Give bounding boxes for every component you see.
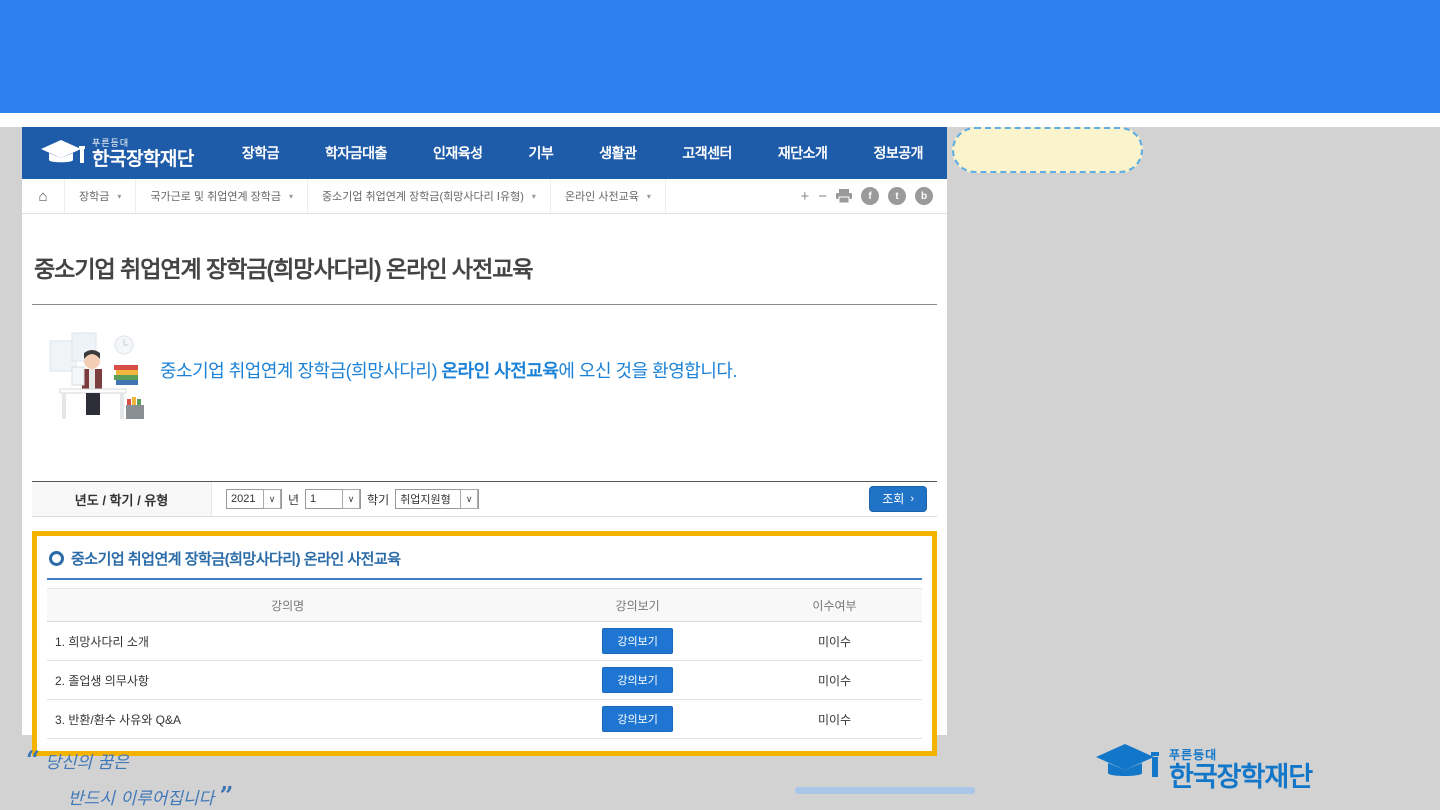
breadcrumb-label: 중소기업 취업연계 장학금(희망사다리 Ⅰ유형) (322, 188, 524, 204)
welcome-section: 중소기업 취업연계 장학금(희망사다리) 온라인 사전교육에 오신 것을 환영합… (42, 325, 947, 445)
completion-status: 미이수 (747, 622, 922, 661)
breadcrumb-sme-scholarship[interactable]: 중소기업 취업연계 장학금(희망사다리 Ⅰ유형) ▾ (308, 179, 551, 213)
footer-kosaf-logo: 푸른등대 한국장학재단 (1095, 740, 1312, 791)
lecture-table-header-row: 강의명 강의보기 이수여부 (47, 589, 922, 622)
breadcrumb-label: 장학금 (79, 188, 109, 204)
section-bullet-icon (49, 551, 64, 566)
slogan-line1: 당신의 꿈은 (45, 753, 129, 773)
filter-row: 년도 / 학기 / 유형 2021 ∨ 년 1 ∨ 학기 취업지원형 ∨ 조회 (32, 481, 937, 517)
col-completion: 이수여부 (747, 589, 922, 622)
type-select[interactable]: 취업지원형 ∨ (395, 489, 479, 509)
banner-divider (0, 113, 1440, 127)
table-row: 1. 희망사다리 소개 강의보기 미이수 (47, 622, 922, 661)
select-arrow-icon: ∨ (342, 489, 360, 509)
lecture-section-title: 중소기업 취업연계 장학금(희망사다리) 온라인 사전교육 (71, 548, 401, 569)
arrow-right-icon: › (910, 493, 914, 505)
menu-disclosure[interactable]: 정보공개 (873, 143, 923, 163)
close-quote-icon: ” (220, 781, 234, 810)
twitter-icon[interactable]: t (888, 187, 906, 205)
semester-select[interactable]: 1 ∨ (305, 489, 361, 509)
welcome-pre: 중소기업 취업연계 장학금(희망사다리) (160, 361, 441, 381)
col-lecture-name: 강의명 (47, 589, 528, 622)
blog-icon[interactable]: b (915, 187, 933, 205)
menu-about[interactable]: 재단소개 (778, 143, 828, 163)
facebook-icon[interactable]: f (861, 187, 879, 205)
search-button[interactable]: 조회 › (869, 486, 927, 512)
table-row: 2. 졸업생 의무사항 강의보기 미이수 (47, 661, 922, 700)
kosaf-logo[interactable]: 푸른등대 한국장학재단 (40, 137, 194, 169)
lecture-name: 2. 졸업생 의무사항 (47, 661, 528, 700)
menu-customer-center[interactable]: 고객센터 (682, 143, 732, 163)
logo-title: 한국장학재단 (92, 150, 194, 169)
font-zoom-out-icon[interactable]: − (818, 189, 827, 204)
table-row: 3. 반환/환수 사유와 Q&A 강의보기 미이수 (47, 700, 922, 739)
view-lecture-button[interactable]: 강의보기 (602, 628, 672, 654)
breadcrumb-label: 국가근로 및 취업연계 장학금 (150, 188, 281, 204)
breadcrumb-work-study[interactable]: 국가근로 및 취업연계 장학금 ▾ (136, 179, 308, 213)
semester-value: 1 (306, 493, 342, 505)
select-arrow-icon: ∨ (263, 489, 281, 509)
lecture-name: 3. 반환/환수 사유와 Q&A (47, 700, 528, 739)
welcome-post: 에 오신 것을 환영합니다. (558, 361, 737, 381)
filter-label: 년도 / 학기 / 유형 (32, 482, 212, 516)
col-view-lecture: 강의보기 (528, 589, 747, 622)
open-quote-icon: “ (26, 745, 40, 774)
semester-suffix-label: 학기 (367, 491, 389, 508)
year-select[interactable]: 2021 ∨ (226, 489, 282, 509)
print-icon[interactable] (836, 189, 852, 203)
screenshot-root: 푸른등대 한국장학재단 장학금 학자금대출 인재육성 기부 생활관 고객센터 재… (0, 0, 1440, 810)
footer-slogan: “ 당신의 꿈은 반드시 이루어집니다 ” (26, 742, 233, 810)
annotation-callout (952, 127, 1143, 173)
slogan-line2: 반드시 이루어집니다 (68, 789, 214, 809)
lecture-name: 1. 희망사다리 소개 (47, 622, 528, 661)
global-nav-bar: 푸른등대 한국장학재단 장학금 학자금대출 인재육성 기부 생활관 고객센터 재… (22, 127, 947, 179)
completion-status: 미이수 (747, 700, 922, 739)
welcome-bold: 온라인 사전교육 (441, 361, 558, 381)
menu-student-loan[interactable]: 학자금대출 (325, 143, 387, 163)
main-menu: 장학금 학자금대출 인재육성 기부 생활관 고객센터 재단소개 정보공개 (242, 143, 923, 163)
menu-dormitory[interactable]: 생활관 (599, 143, 636, 163)
lecture-section-header: 중소기업 취업연계 장학금(희망사다리) 온라인 사전교육 (47, 540, 922, 580)
chevron-down-icon: ▾ (117, 192, 121, 201)
select-arrow-icon: ∨ (460, 489, 478, 509)
desk-illustration (42, 327, 146, 444)
graduation-cap-icon (1095, 740, 1161, 791)
bottom-accent-bar (795, 787, 975, 794)
search-button-label: 조회 (882, 490, 904, 507)
footer-logo-subtitle: 푸른등대 (1169, 749, 1312, 761)
top-blue-banner (0, 0, 1440, 113)
lecture-table: 강의명 강의보기 이수여부 1. 희망사다리 소개 강의보기 미이수 2. 졸업… (47, 588, 922, 739)
logo-subtitle: 푸른등대 (92, 139, 194, 148)
browser-capture-panel: 푸른등대 한국장학재단 장학금 학자금대출 인재육성 기부 생활관 고객센터 재… (22, 127, 947, 735)
page-tools: + − f t b (800, 187, 947, 205)
title-divider (32, 304, 937, 305)
type-value: 취업지원형 (396, 491, 460, 507)
menu-scholarship[interactable]: 장학금 (242, 143, 279, 163)
chevron-down-icon: ▾ (647, 192, 651, 201)
menu-donation[interactable]: 기부 (528, 143, 553, 163)
home-icon[interactable]: ⌂ (22, 179, 65, 213)
chevron-down-icon: ▾ (289, 192, 293, 201)
breadcrumb-scholarship[interactable]: 장학금 ▾ (65, 179, 136, 213)
filter-controls: 2021 ∨ 년 1 ∨ 학기 취업지원형 ∨ 조회 › (212, 486, 937, 512)
view-lecture-button[interactable]: 강의보기 (602, 706, 672, 732)
footer-logo-title: 한국장학재단 (1169, 764, 1312, 791)
graduation-cap-icon (40, 137, 86, 169)
completion-status: 미이수 (747, 661, 922, 700)
font-zoom-in-icon[interactable]: + (800, 189, 809, 204)
view-lecture-button[interactable]: 강의보기 (602, 667, 672, 693)
breadcrumb: ⌂ 장학금 ▾ 국가근로 및 취업연계 장학금 ▾ 중소기업 취업연계 장학금(… (22, 179, 947, 214)
chevron-down-icon: ▾ (532, 192, 536, 201)
year-value: 2021 (227, 493, 263, 505)
lecture-section-highlight: 중소기업 취업연계 장학금(희망사다리) 온라인 사전교육 강의명 강의보기 이… (32, 531, 937, 756)
year-suffix-label: 년 (288, 491, 299, 508)
page-title: 중소기업 취업연계 장학금(희망사다리) 온라인 사전교육 (34, 250, 935, 284)
breadcrumb-online-education[interactable]: 온라인 사전교육 ▾ (551, 179, 666, 213)
welcome-message: 중소기업 취업연계 장학금(희망사다리) 온라인 사전교육에 오신 것을 환영합… (160, 357, 737, 383)
menu-talent[interactable]: 인재육성 (433, 143, 483, 163)
breadcrumb-label: 온라인 사전교육 (565, 188, 639, 204)
